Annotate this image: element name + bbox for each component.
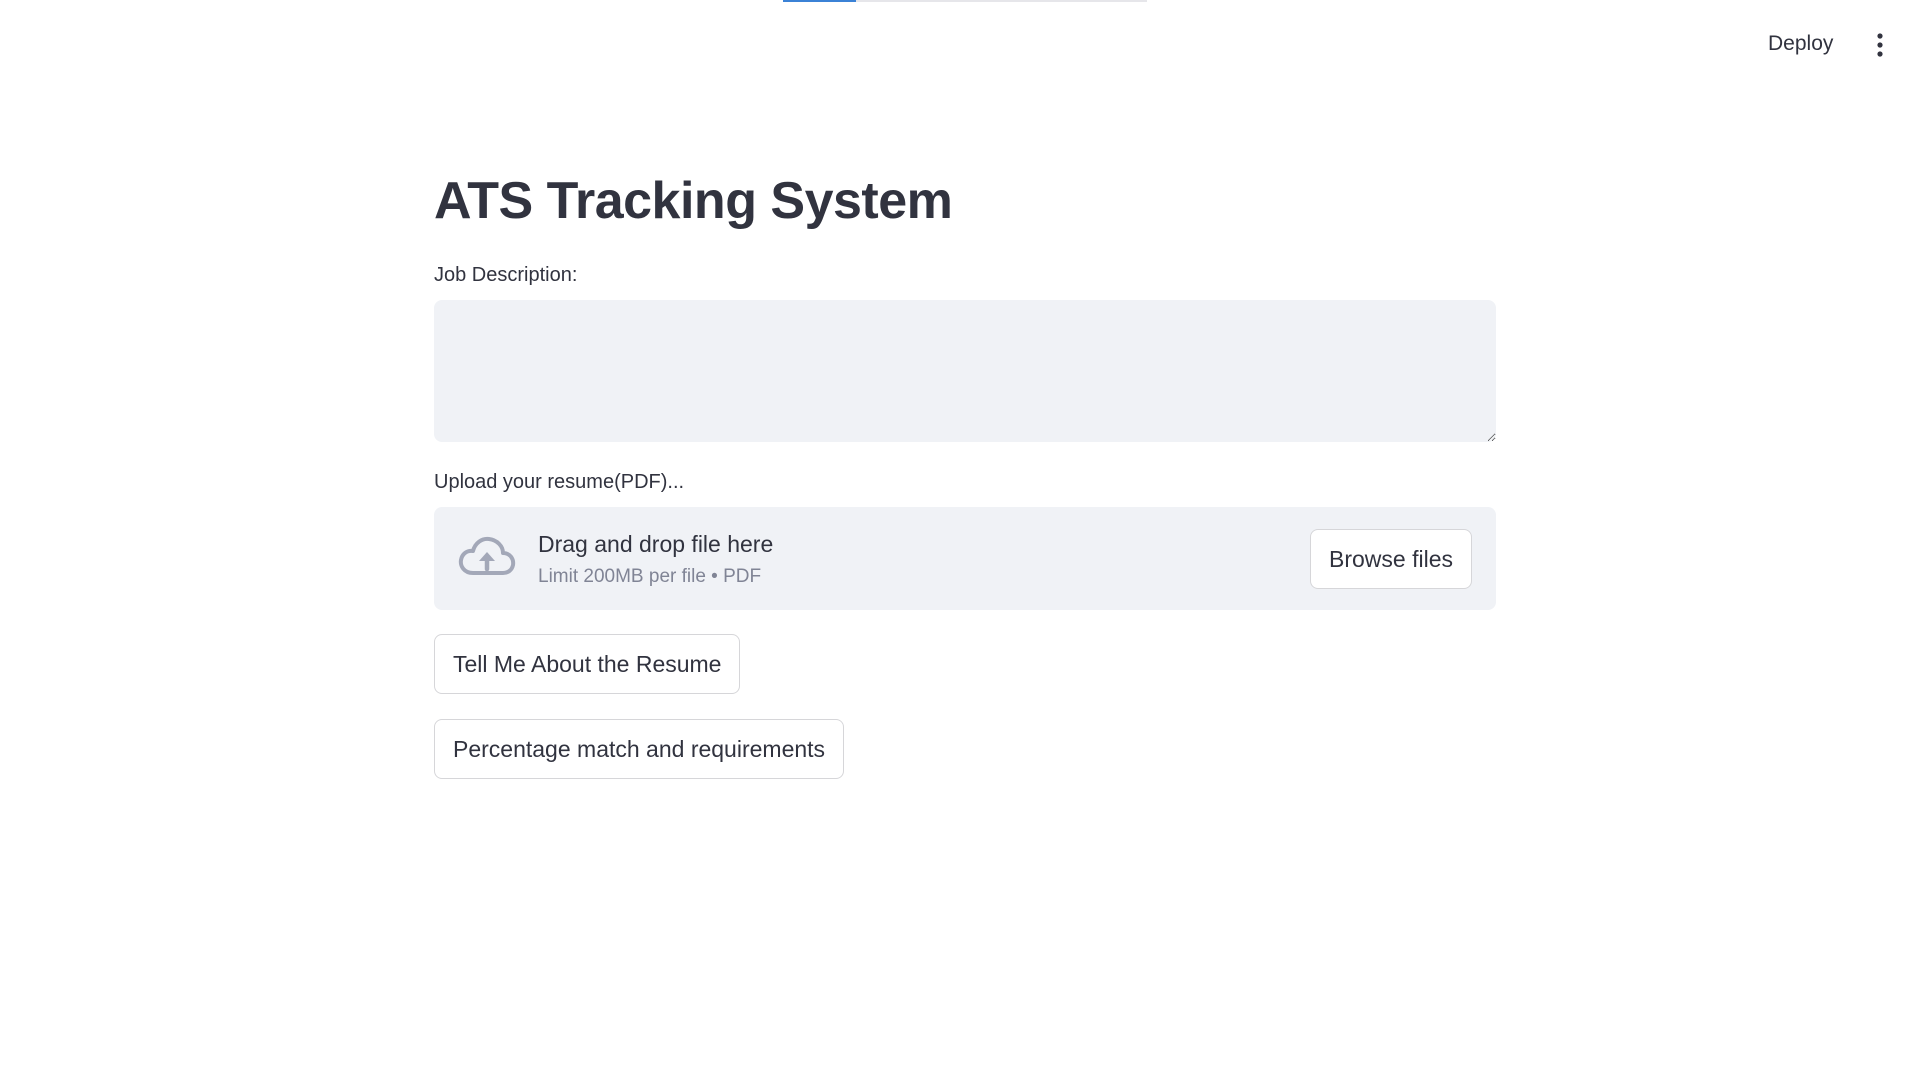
browse-files-button[interactable]: Browse files [1310,529,1472,589]
vertical-ellipsis-icon [1877,33,1883,57]
dropzone-instructions: Drag and drop file here [538,531,774,557]
percentage-match-button[interactable]: Percentage match and requirements [434,719,845,779]
deploy-button[interactable]: Deploy [1768,30,1833,58]
job-description-label: Job Description: [434,264,578,286]
resume-upload-label: Upload your resume(PDF)... [434,471,685,493]
page-title: ATS Tracking System [434,172,953,230]
dropzone-limit-text: Limit 200MB per file • PDF [538,566,762,587]
file-dropzone[interactable]: Drag and drop file here Limit 200MB per … [434,507,1496,610]
app-header: Deploy [0,0,1920,80]
tell-me-about-resume-button[interactable]: Tell Me About the Resume [434,634,741,694]
cloud-upload-icon [458,536,516,575]
job-description-textarea[interactable] [434,300,1496,442]
main-menu-button[interactable] [1868,32,1892,58]
